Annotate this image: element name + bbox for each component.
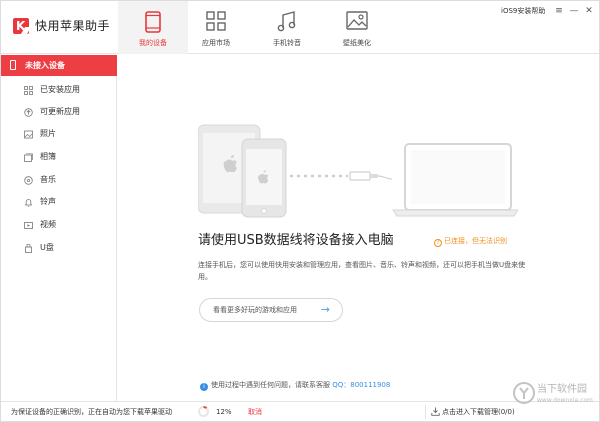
sidebar-item-label: 视频 <box>40 220 56 229</box>
sidebar-item-music[interactable]: 音乐 <box>1 170 117 190</box>
download-manager-label: 点击进入下载管理(0/0) <box>442 408 515 416</box>
music-disc-icon <box>24 176 33 185</box>
watermark-text: 当下软件园 <box>537 384 587 395</box>
sidebar-item-installed-apps[interactable]: 已安装应用 <box>1 80 117 100</box>
sidebar-item-usb-drive[interactable]: U盘 <box>1 238 117 258</box>
phone-icon <box>145 11 161 33</box>
sidebar-item-label: 已安装应用 <box>40 85 80 94</box>
watermark-logo-icon <box>513 382 535 404</box>
download-progress-ring <box>198 406 209 417</box>
close-button[interactable]: ✕ <box>582 5 596 17</box>
tab-app-market[interactable]: 应用市场 <box>181 1 251 54</box>
faq-contact: i 使用过程中遇到任何问题，请联系客服 QQ：800111908 <box>200 381 390 391</box>
device-connection-illustration <box>198 124 518 218</box>
sidebar: 未接入设备 已安装应用 可更新应用 照片 相簿 音乐 铃声 视频 U盘 <box>1 55 117 401</box>
sidebar-item-ringtones[interactable]: 铃声 <box>1 192 117 212</box>
sidebar-item-videos[interactable]: 视频 <box>1 215 117 235</box>
music-icon <box>277 11 296 32</box>
phone-icon <box>10 60 16 70</box>
sidebar-item-updatable-apps[interactable]: 可更新应用 <box>1 102 117 122</box>
download-icon <box>431 407 440 416</box>
sidebar-item-label: 可更新应用 <box>40 107 80 116</box>
sidebar-item-label: 照片 <box>40 129 56 138</box>
sidebar-item-label: U盘 <box>40 243 54 252</box>
update-icon <box>24 108 33 117</box>
main-panel: 请使用USB数据线将设备接入电脑 ? 已连接，但无法识别 连接手机后，您可以使用快… <box>118 55 599 401</box>
sidebar-device-header[interactable]: 未接入设备 <box>1 55 117 76</box>
tab-ringtones[interactable]: 手机铃音 <box>252 1 322 54</box>
connect-description: 连接手机后，您可以使用快用安装和管理应用，查看图片、音乐、铃声和视频，还可以把手… <box>198 261 526 281</box>
tab-label: 应用市场 <box>202 39 230 47</box>
connection-status: ? 已连接，但无法识别 <box>434 236 507 247</box>
tab-wallpaper[interactable]: 壁纸美化 <box>322 1 392 54</box>
apps-icon <box>24 86 33 95</box>
tab-label: 我的设备 <box>139 39 167 47</box>
sidebar-item-album[interactable]: 相簿 <box>1 147 117 167</box>
sidebar-item-label: 音乐 <box>40 175 56 184</box>
info-icon: i <box>200 383 208 391</box>
sidebar-item-photos[interactable]: 照片 <box>1 124 117 144</box>
connect-headline: 请使用USB数据线将设备接入电脑 <box>198 233 394 248</box>
usb-drive-icon <box>25 244 32 253</box>
sidebar-header-label: 未接入设备 <box>25 61 65 70</box>
app-logo: K <box>13 18 32 34</box>
tab-my-device[interactable]: 我的设备 <box>118 1 188 54</box>
explore-button-label: 看看更多好玩的游戏和应用 <box>213 306 297 314</box>
ios9-help-link[interactable]: iOS9安装帮助 <box>501 7 545 16</box>
faq-text: 使用过程中遇到任何问题，请联系客服 <box>211 381 330 389</box>
video-icon <box>24 222 33 229</box>
picture-icon <box>346 11 368 30</box>
cancel-download-link[interactable]: 取消 <box>248 408 262 417</box>
bell-icon <box>24 199 33 207</box>
download-progress-label: 12% <box>216 408 232 416</box>
grid-icon <box>206 11 226 31</box>
status-bar: 为保证设备的正确识别，正在自动为您下载苹果驱动 12% 取消 点击进入下载管理(… <box>1 401 599 421</box>
album-icon <box>24 153 33 162</box>
photo-icon <box>24 130 33 139</box>
top-bar: K 快用苹果助手 我的设备 应用市场 手机铃音 壁纸美化 iOS9安装帮助 ≡ … <box>1 1 599 54</box>
app-window: K 快用苹果助手 我的设备 应用市场 手机铃音 壁纸美化 iOS9安装帮助 ≡ … <box>0 0 600 422</box>
explore-games-apps-button[interactable]: 看看更多好玩的游戏和应用 → <box>199 298 343 322</box>
menu-button[interactable]: ≡ <box>552 5 566 17</box>
sidebar-item-label: 相簿 <box>40 152 56 161</box>
arrow-right-icon: → <box>320 303 330 316</box>
warning-icon: ? <box>434 239 442 247</box>
tab-label: 壁纸美化 <box>343 39 371 47</box>
sidebar-item-label: 铃声 <box>40 197 56 206</box>
connection-status-text: 已连接，但无法识别 <box>444 237 507 245</box>
qq-support-link[interactable]: QQ：800111908 <box>332 381 390 389</box>
watermark: 当下软件园 www.downxia.com <box>511 379 597 409</box>
minimize-button[interactable]: — <box>567 5 581 17</box>
driver-download-message: 为保证设备的正确识别，正在自动为您下载苹果驱动 <box>11 408 172 416</box>
tab-label: 手机铃音 <box>273 39 301 47</box>
watermark-url: www.downxia.com <box>537 397 593 404</box>
app-title: 快用苹果助手 <box>35 19 111 33</box>
